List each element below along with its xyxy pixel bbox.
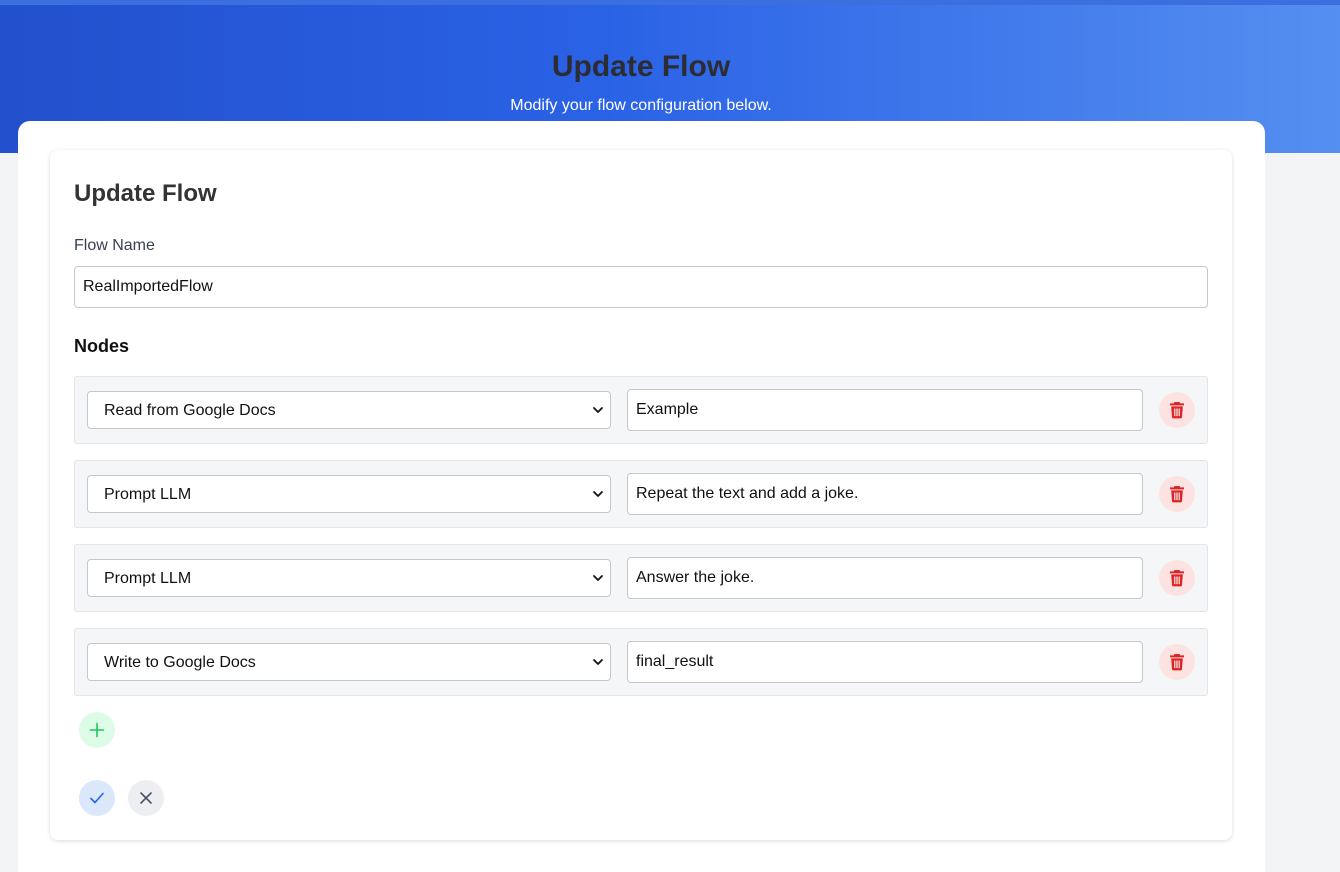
trash-icon	[1170, 570, 1184, 587]
close-icon	[140, 792, 152, 804]
cancel-button[interactable]	[128, 780, 164, 816]
node-type-select[interactable]: Write to Google Docs	[87, 643, 611, 681]
node-row: Prompt LLM	[74, 460, 1208, 528]
node-type-select[interactable]: Prompt LLM	[87, 559, 611, 597]
chevron-down-icon	[593, 491, 603, 497]
node-type-value: Prompt LLM	[104, 570, 192, 587]
flow-name-label: Flow Name	[74, 237, 155, 254]
check-icon	[90, 792, 104, 804]
node-type-select[interactable]: Prompt LLM	[87, 475, 611, 513]
chevron-down-icon	[593, 659, 603, 665]
flow-name-input[interactable]	[74, 266, 1208, 308]
save-button[interactable]	[79, 780, 115, 816]
trash-icon	[1170, 402, 1184, 419]
node-value-input[interactable]	[627, 389, 1143, 431]
form-title: Update Flow	[74, 180, 217, 207]
delete-node-button[interactable]	[1159, 392, 1195, 428]
chevron-down-icon	[593, 575, 603, 581]
update-flow-form: Update Flow Flow Name Nodes Read from Go…	[50, 150, 1232, 840]
page-title: Update Flow	[551, 50, 731, 83]
trash-icon	[1170, 486, 1184, 503]
node-value-input[interactable]	[627, 473, 1143, 515]
node-row: Read from Google Docs	[74, 376, 1208, 444]
node-value-input[interactable]	[627, 557, 1143, 599]
delete-node-button[interactable]	[1159, 644, 1195, 680]
node-row: Write to Google Docs	[74, 628, 1208, 696]
delete-node-button[interactable]	[1159, 560, 1195, 596]
plus-icon	[89, 722, 105, 738]
node-type-value: Prompt LLM	[104, 486, 192, 503]
node-row: Prompt LLM	[74, 544, 1208, 612]
trash-icon	[1170, 654, 1184, 671]
chevron-down-icon	[593, 407, 603, 413]
node-value-input[interactable]	[627, 641, 1143, 683]
node-type-value: Write to Google Docs	[104, 654, 256, 671]
nodes-heading: Nodes	[74, 336, 130, 356]
node-type-select[interactable]: Read from Google Docs	[87, 391, 611, 429]
page-subtitle: Modify your flow configuration below.	[510, 97, 772, 114]
add-node-button[interactable]	[79, 712, 115, 748]
node-type-value: Read from Google Docs	[104, 402, 276, 419]
delete-node-button[interactable]	[1159, 476, 1195, 512]
